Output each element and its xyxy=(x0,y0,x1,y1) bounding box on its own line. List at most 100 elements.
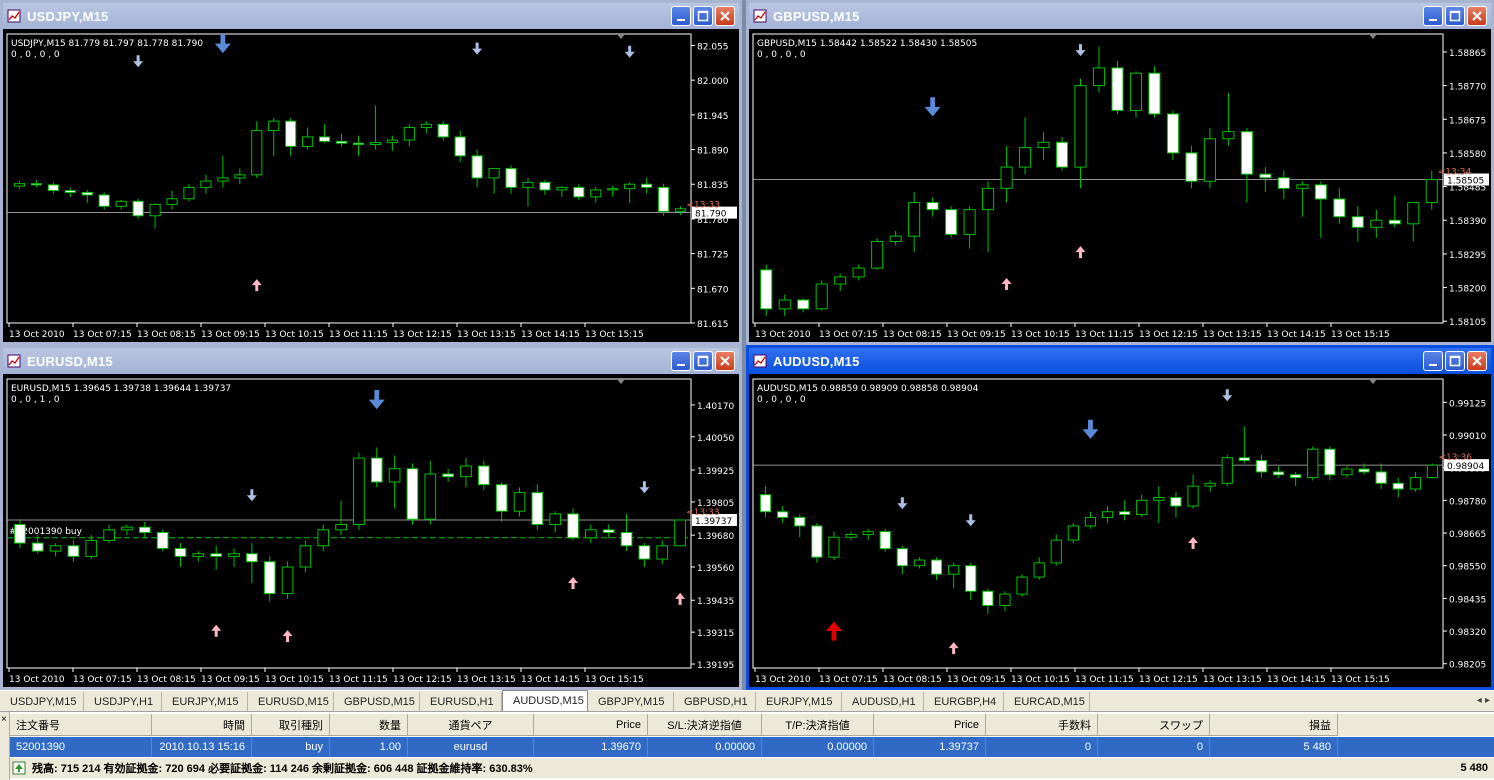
column-header[interactable]: T/P:決済指値 xyxy=(762,714,874,736)
candle xyxy=(1019,117,1032,175)
column-header[interactable]: 損益 xyxy=(1210,714,1338,736)
candle xyxy=(67,540,80,562)
tab-scroll-arrows[interactable]: ◂ ▸ xyxy=(1477,695,1490,706)
chart-window-gbpusd[interactable]: GBPUSD,M15 1.58865 1.58770 1.58675 1.58580 1… xyxy=(746,0,1494,345)
column-header[interactable]: スワップ xyxy=(1098,714,1210,736)
window-titlebar[interactable]: EURUSD,M15 xyxy=(3,348,739,374)
column-header[interactable]: 数量 xyxy=(330,714,408,736)
candle xyxy=(1333,188,1346,224)
minimize-icon xyxy=(677,19,685,21)
window-titlebar[interactable]: AUDUSD,M15 xyxy=(749,348,1491,374)
x-tick-label: 13 Oct 14:15 xyxy=(521,330,580,340)
column-header[interactable]: 時間 xyxy=(152,714,252,736)
current-price-label: 1.39737 xyxy=(695,517,732,527)
candle xyxy=(1074,78,1087,189)
minimize-button[interactable] xyxy=(1423,6,1443,26)
close-button[interactable] xyxy=(715,6,735,26)
column-header[interactable]: S/L:決済逆指値 xyxy=(648,714,762,736)
candle xyxy=(1153,486,1165,524)
tab-gbpusd-m15[interactable]: GBPUSD,M15 xyxy=(334,692,420,711)
terminal-side-bar[interactable]: × xyxy=(0,712,10,780)
chart-plot-area[interactable]: 1.58865 1.58770 1.58675 1.58580 1.58485 1.583… xyxy=(751,32,1489,340)
candle xyxy=(403,124,415,147)
candle xyxy=(556,186,568,197)
tab-eurusd-h1[interactable]: EURUSD,H1 xyxy=(420,692,502,711)
candle xyxy=(852,264,865,281)
chart-info-values: 0 , 0 , 0 , 0 xyxy=(11,50,60,60)
buy-signal-arrow-icon xyxy=(1188,536,1199,549)
tab-usdjpy-m15[interactable]: USDJPY,M15 xyxy=(0,692,84,711)
x-tick-label: 13 Oct 11:15 xyxy=(1075,330,1134,340)
tab-eurusd-m15[interactable]: EURUSD,M15 xyxy=(248,692,334,711)
candle xyxy=(759,486,772,518)
candle xyxy=(149,203,161,229)
order-cell: 0 xyxy=(1098,737,1210,757)
candle xyxy=(386,135,398,151)
candle xyxy=(1050,534,1062,566)
chart-window-usdjpy[interactable]: USDJPY,M15 82.055 82.000 81.945 81.890 81.83… xyxy=(0,0,742,345)
chart-plot-area[interactable]: 82.055 82.000 81.945 81.890 81.835 81.780 81.7… xyxy=(5,32,737,340)
tab-eurgbp-h4[interactable]: EURGBP,H4 xyxy=(924,692,1004,711)
candle xyxy=(352,135,365,156)
window-titlebar[interactable]: USDJPY,M15 xyxy=(3,3,739,29)
column-header[interactable]: Price xyxy=(874,714,986,736)
close-button[interactable] xyxy=(1467,351,1487,371)
maximize-button[interactable] xyxy=(693,351,713,371)
maximize-button[interactable] xyxy=(1445,351,1465,371)
column-header[interactable]: 取引種別 xyxy=(252,714,330,736)
buy-signal-arrow-icon xyxy=(568,576,579,589)
candle xyxy=(963,206,976,249)
column-header[interactable]: 注文番号 xyxy=(10,714,152,736)
x-tick-label: 13 Oct 08:15 xyxy=(883,675,942,685)
y-tick-label: 1.58580 xyxy=(1449,150,1486,160)
sell-signal-arrow-icon xyxy=(897,497,908,510)
candle xyxy=(268,118,280,156)
close-button[interactable] xyxy=(715,351,735,371)
window-titlebar[interactable]: GBPUSD,M15 xyxy=(749,3,1491,29)
candle xyxy=(624,182,636,204)
tab-eurjpy-m15[interactable]: EURJPY,M15 xyxy=(162,692,248,711)
tab-audusd-h1[interactable]: AUDUSD,H1 xyxy=(842,692,924,711)
minimize-button[interactable] xyxy=(671,6,691,26)
chart-window-audusd[interactable]: AUDUSD,M15 0.991250.990100.988950.987800… xyxy=(746,345,1494,690)
sell-signal-arrow-icon xyxy=(624,45,635,58)
minimize-button[interactable] xyxy=(671,351,691,371)
chart-shift-icon[interactable] xyxy=(1369,379,1377,384)
candle xyxy=(1409,471,1421,492)
close-button[interactable] xyxy=(1467,6,1487,26)
tab-eurcad-m15[interactable]: EURCAD,M15 xyxy=(1004,692,1090,711)
tab-audusd-m15[interactable]: AUDUSD,M15 xyxy=(502,690,588,711)
chart-plot-area[interactable]: 1.40170 1.40050 1.39925 1.39805 1.39680 1.395… xyxy=(5,377,737,685)
close-icon xyxy=(720,11,730,21)
candle xyxy=(585,524,597,544)
x-tick-label: 13 Oct 13:15 xyxy=(1203,330,1262,340)
chart-shift-icon[interactable] xyxy=(1369,34,1377,39)
terminal-close-icon[interactable]: × xyxy=(1,714,7,725)
minimize-button[interactable] xyxy=(1423,351,1443,371)
order-row[interactable]: 52001390 2010.10.13 15:16 buy 1.00 eurusd 1.3… xyxy=(10,737,1494,757)
chart-plot-area[interactable]: 0.991250.990100.988950.987800.986650.985… xyxy=(751,377,1489,685)
candle xyxy=(1203,128,1216,189)
candle xyxy=(620,513,633,552)
candle xyxy=(495,481,508,522)
column-header[interactable]: Price xyxy=(534,714,648,736)
tab-usdjpy-h1[interactable]: USDJPY,H1 xyxy=(84,692,162,711)
window-title: AUDUSD,M15 xyxy=(773,353,860,369)
tab-eurjpy-m15[interactable]: EURJPY,M15 xyxy=(756,692,842,711)
x-tick-label: 13 Oct 11:15 xyxy=(329,330,388,340)
candle xyxy=(369,105,382,150)
chart-shift-icon[interactable] xyxy=(617,379,625,384)
tab-gbpjpy-m15[interactable]: GBPJPY,M15 xyxy=(588,692,674,711)
maximize-button[interactable] xyxy=(693,6,713,26)
chart-window-eurusd[interactable]: EURUSD,M15 1.40170 1.40050 1.39925 1.39805 1… xyxy=(0,345,742,690)
tab-gbpusd-h1[interactable]: GBPUSD,H1 xyxy=(674,692,756,711)
candle xyxy=(1388,195,1401,228)
column-header[interactable]: 通貨ペア xyxy=(408,714,534,736)
chart-info-values: 0 , 0 , 0 , 0 xyxy=(757,50,806,60)
order-cell: 0.00000 xyxy=(648,737,762,757)
candle xyxy=(845,531,857,541)
maximize-button[interactable] xyxy=(1445,6,1465,26)
y-tick-label: 0.98205 xyxy=(1449,661,1486,671)
chart-shift-icon[interactable] xyxy=(617,34,625,39)
column-header[interactable]: 手数料 xyxy=(986,714,1098,736)
